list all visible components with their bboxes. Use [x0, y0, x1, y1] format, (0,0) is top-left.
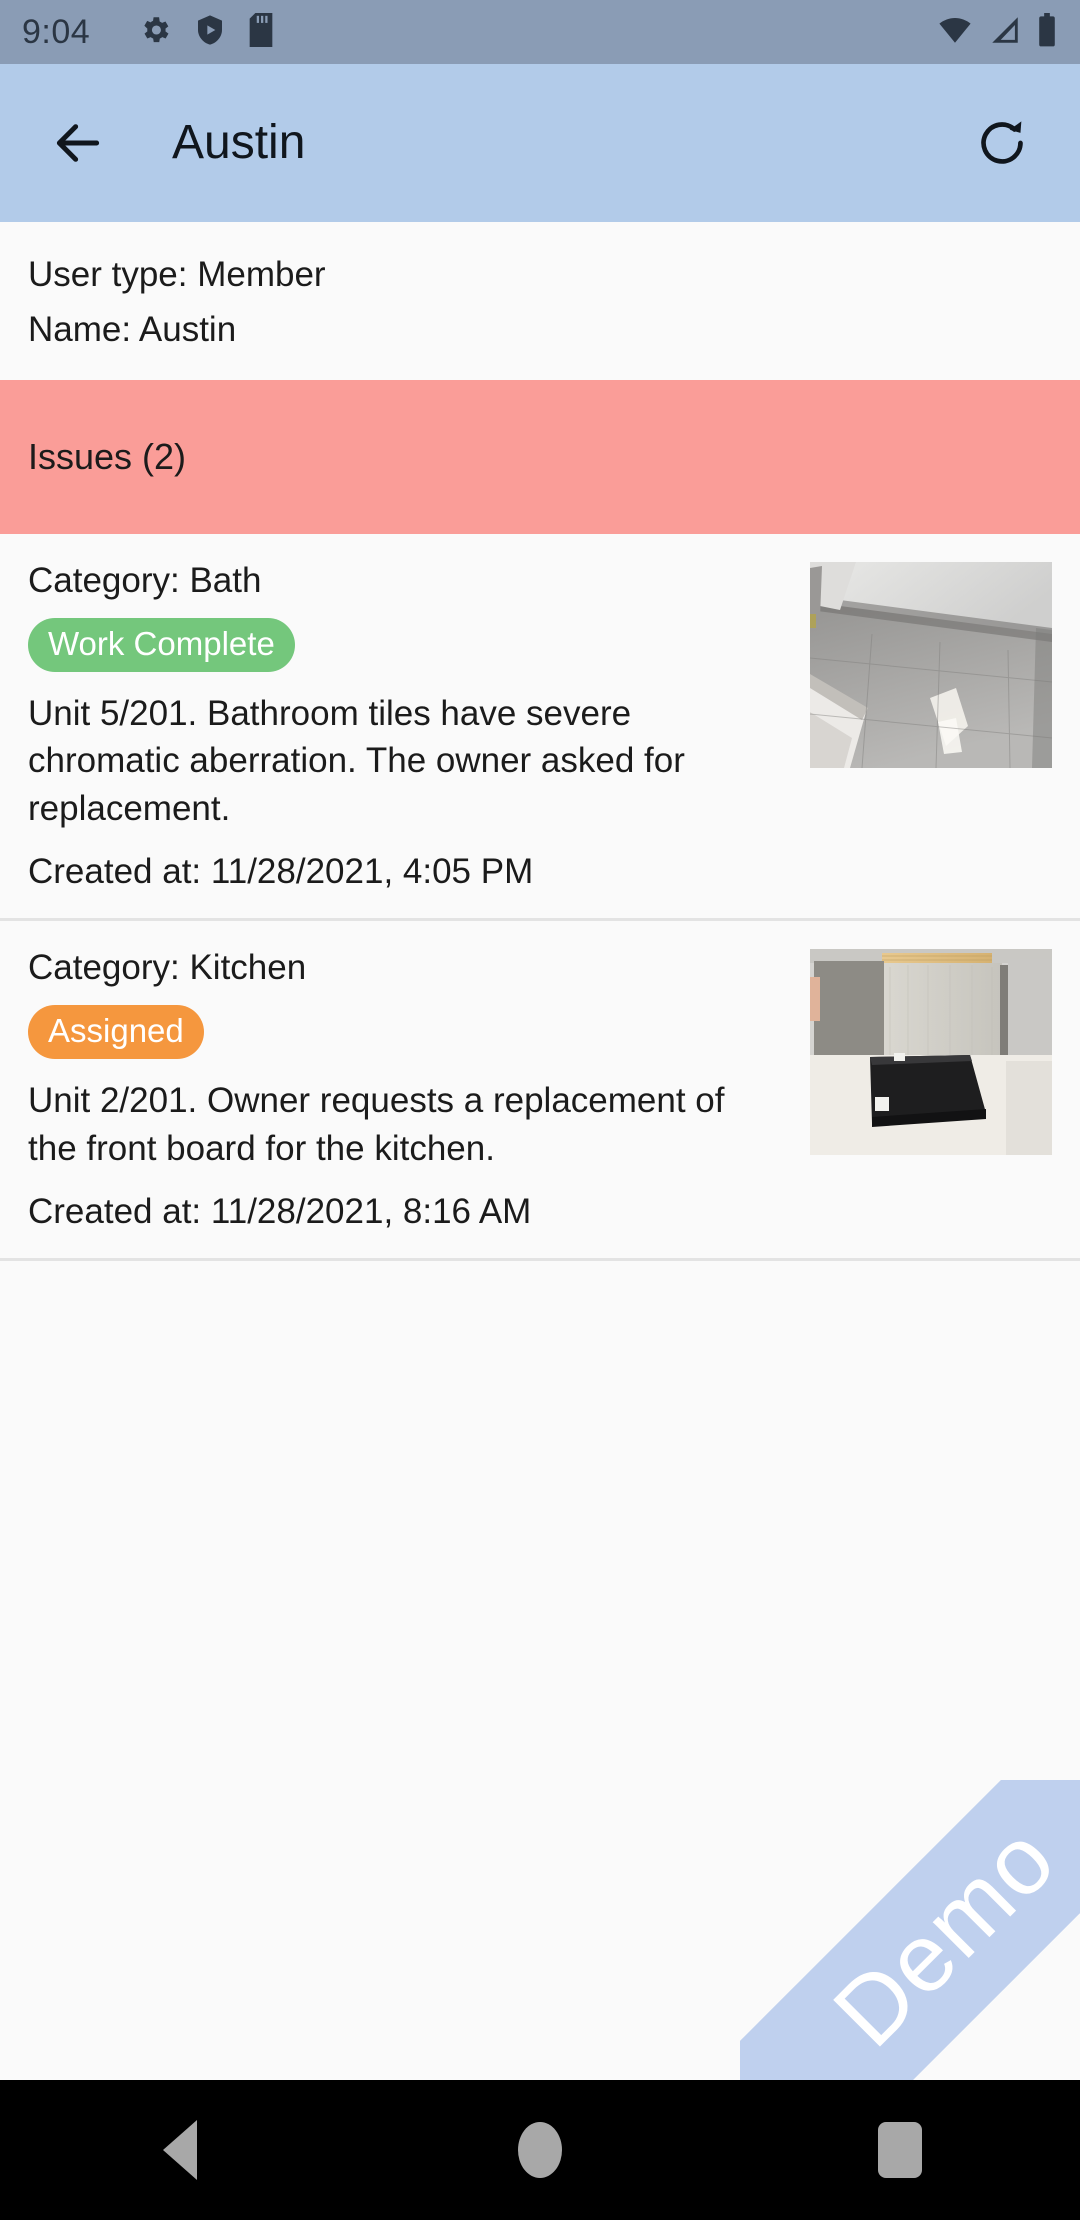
issue-description: Unit 5/201. Bathroom tiles have severe c…	[28, 693, 685, 829]
issue-text-block: Category: Bath Work Complete Unit 5/201.…	[28, 560, 728, 895]
app-bar: Austin	[0, 64, 1080, 222]
status-badge: Work Complete	[28, 617, 295, 672]
content-scroll-area[interactable]: User type: Member Name: Austin Issues (2…	[0, 222, 1080, 2080]
wifi-icon	[936, 13, 974, 52]
status-bar-clock: 9:04	[22, 13, 91, 51]
status-bar-left: 9:04	[22, 12, 936, 52]
status-badge: Assigned	[28, 1005, 204, 1060]
nav-recents-icon[interactable]	[820, 2080, 980, 2220]
issue-thumbnail[interactable]	[810, 949, 1052, 1156]
issue-category: Category: Kitchen	[28, 948, 307, 988]
issue-text-block: Category: Kitchen Assigned Unit 2/201. O…	[28, 947, 728, 1234]
user-type-text: User type: Member	[28, 255, 326, 294]
gear-icon	[138, 13, 172, 52]
back-arrow-icon[interactable]	[46, 111, 110, 175]
issue-created-at: Created at: 11/28/2021, 8:16 AM	[28, 1191, 532, 1231]
issues-count-label: Issues (2)	[28, 435, 187, 477]
issue-list-item[interactable]: Category: Bath Work Complete Unit 5/201.…	[0, 533, 1080, 922]
user-name-text: Name: Austin	[28, 309, 237, 349]
phone-screen: 9:04 Austin User type: Member Name: Aust…	[0, 0, 1080, 2220]
issue-category: Category: Bath	[28, 560, 262, 600]
page-title: Austin	[172, 116, 306, 169]
issue-created-at: Created at: 11/28/2021, 4:05 PM	[28, 851, 534, 891]
issue-list-item[interactable]: Category: Kitchen Assigned Unit 2/201. O…	[0, 921, 1080, 1262]
user-info-block: User type: Member Name: Austin	[0, 222, 1080, 380]
status-bar: 9:04	[0, 0, 1080, 64]
battery-icon	[1036, 12, 1058, 52]
nav-home-icon[interactable]	[460, 2080, 620, 2220]
sd-card-icon	[248, 12, 274, 52]
issues-section-header: Issues (2)	[0, 379, 1080, 534]
refresh-icon[interactable]	[970, 111, 1034, 175]
issue-thumbnail[interactable]	[810, 561, 1052, 768]
cellular-signal-icon	[988, 13, 1022, 52]
android-nav-bar	[0, 2080, 1080, 2220]
issue-description: Unit 2/201. Owner requests a replacement…	[28, 1081, 725, 1169]
shield-play-icon	[194, 13, 226, 52]
nav-back-icon[interactable]	[100, 2080, 260, 2220]
status-bar-right	[936, 12, 1058, 52]
